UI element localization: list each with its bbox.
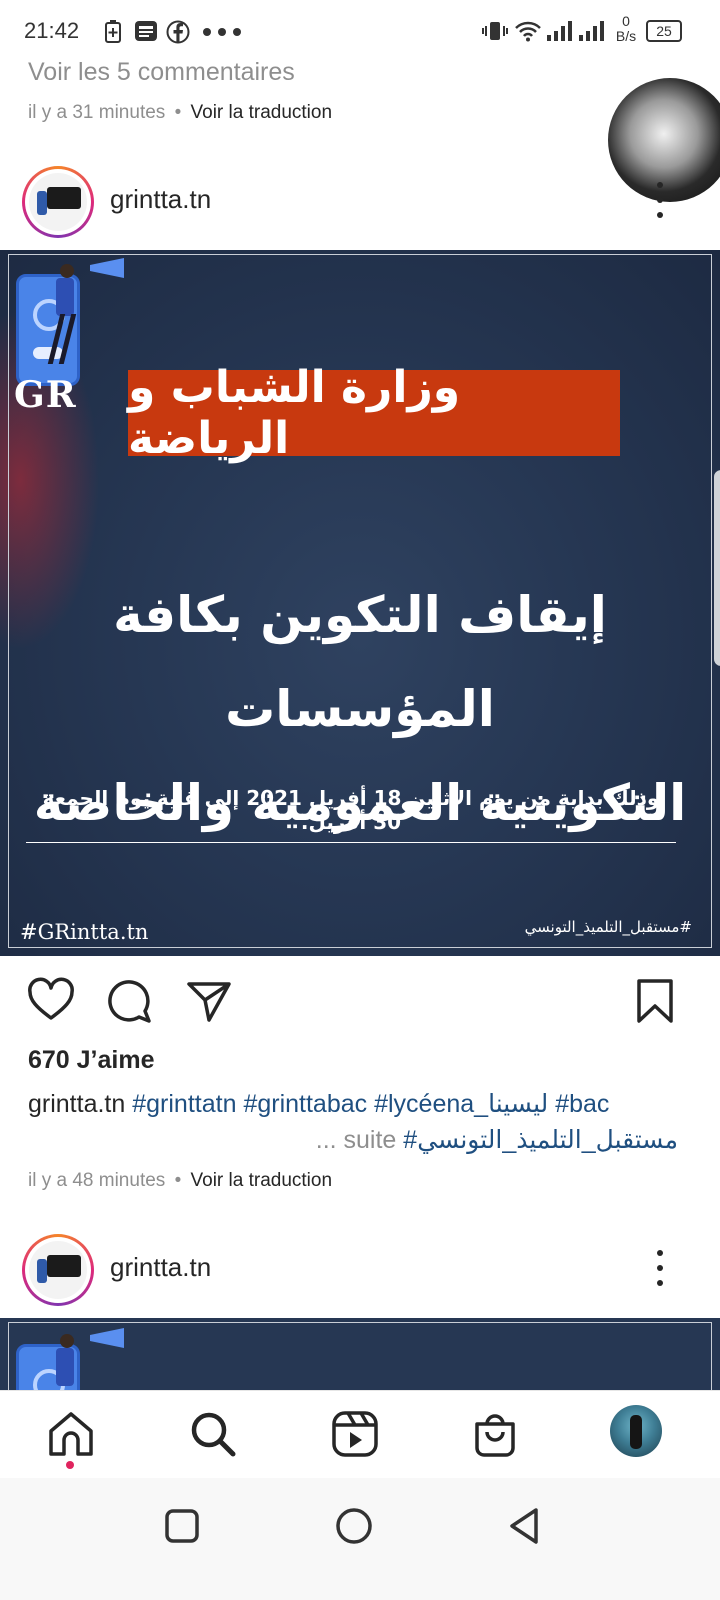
separator: • — [174, 1170, 182, 1191]
previous-post-meta: il y a 31 minutes • Voir la traduction — [28, 102, 332, 124]
share-icon[interactable] — [184, 976, 234, 1026]
image-title-box: وزارة الشباب و الرياضة — [128, 362, 620, 464]
bottom-nav — [0, 1390, 720, 1478]
caption-more-link[interactable]: ... suite — [316, 1126, 397, 1154]
battery-level: 25 — [656, 23, 672, 39]
news-icon — [135, 21, 157, 41]
network-speed-unit: B/s — [615, 28, 637, 44]
profile-avatar[interactable] — [610, 1405, 662, 1457]
headline-line-1: إيقاف التكوين بكافة المؤسسات — [113, 586, 607, 738]
post-caption: grintta.tn #grinttatn #grinttabac #lycée… — [28, 1086, 678, 1122]
hashtag[interactable]: #bac — [555, 1090, 609, 1118]
like-count[interactable]: 670 J’aime — [28, 1046, 155, 1075]
network-speed: 0 B/s — [612, 14, 640, 44]
translate-link[interactable]: Voir la traduction — [191, 1170, 333, 1191]
author-avatar[interactable] — [22, 1234, 94, 1306]
image-hashtag-left: #GRintta.tn — [20, 920, 149, 944]
battery-indicator: 25 — [646, 20, 682, 42]
post-actions — [0, 968, 720, 1034]
status-bar: 21:42 0 B/s 25 — [0, 0, 720, 64]
more-dots-icon — [203, 28, 241, 36]
status-time: 21:42 — [24, 18, 80, 43]
author-avatar[interactable] — [22, 166, 94, 238]
caption-username[interactable]: grintta.tn — [28, 1090, 125, 1118]
post-header: grintta.tn — [0, 1222, 720, 1312]
battery-saver-icon — [105, 20, 121, 43]
more-options-icon[interactable] — [648, 178, 672, 222]
facebook-icon — [166, 20, 190, 44]
gr-logo: GR — [14, 374, 77, 416]
home-icon[interactable] — [46, 1409, 96, 1459]
time-ago: il y a 48 minutes — [28, 1170, 166, 1191]
carousel-scroll-handle[interactable] — [714, 470, 720, 666]
image-title: وزارة الشباب و الرياضة — [128, 362, 461, 464]
post-meta: il y a 48 minutes • Voir la traduction — [28, 1170, 332, 1192]
author-username[interactable]: grintta.tn — [110, 1252, 211, 1283]
hashtag[interactable]: #lycéena_ليسينا — [374, 1090, 548, 1118]
signal-icon — [579, 21, 604, 41]
reels-icon[interactable] — [330, 1409, 380, 1459]
network-speed-value: 0 — [622, 13, 630, 29]
man-illustration — [46, 264, 86, 374]
post-header: grintta.tn — [0, 154, 720, 244]
comment-icon[interactable] — [104, 976, 154, 1026]
time-ago: il y a 31 minutes — [28, 102, 166, 123]
shop-icon[interactable] — [470, 1409, 520, 1459]
signal-icon — [547, 21, 572, 41]
more-options-icon[interactable] — [648, 1246, 672, 1290]
search-icon[interactable] — [188, 1409, 238, 1459]
back-button[interactable] — [504, 1504, 548, 1548]
author-username[interactable]: grintta.tn — [110, 184, 211, 215]
notification-dot — [66, 1461, 74, 1469]
separator: • — [174, 102, 182, 123]
hashtag[interactable]: #grinttatn — [132, 1090, 236, 1118]
translate-link[interactable]: Voir la traduction — [191, 102, 333, 123]
caption-line-2: ... suite #مستقبل_التلميذ_التونسي — [28, 1122, 678, 1158]
hashtag[interactable]: #grinttabac — [243, 1090, 367, 1118]
save-icon[interactable] — [630, 976, 680, 1026]
image-hashtag-right: #مستقبل_التلميذ_التونسي — [524, 918, 692, 936]
home-button[interactable] — [332, 1504, 376, 1548]
man-illustration — [46, 1334, 86, 1390]
post-image[interactable] — [0, 1318, 720, 1390]
hashtag[interactable]: #مستقبل_التلميذ_التونسي — [403, 1126, 678, 1154]
wifi-icon — [515, 21, 541, 42]
like-icon[interactable] — [26, 976, 76, 1026]
view-comments-link[interactable]: Voir les 5 commentaires — [28, 58, 295, 87]
image-subline: وذلك بداية من يوم الاثنين 18 أفريل 2021 … — [26, 786, 676, 843]
post-image[interactable]: GR وزارة الشباب و الرياضة إيقاف التكوين … — [0, 250, 720, 956]
system-nav — [0, 1478, 720, 1600]
vibrate-icon — [482, 22, 508, 40]
recents-button[interactable] — [160, 1504, 204, 1548]
